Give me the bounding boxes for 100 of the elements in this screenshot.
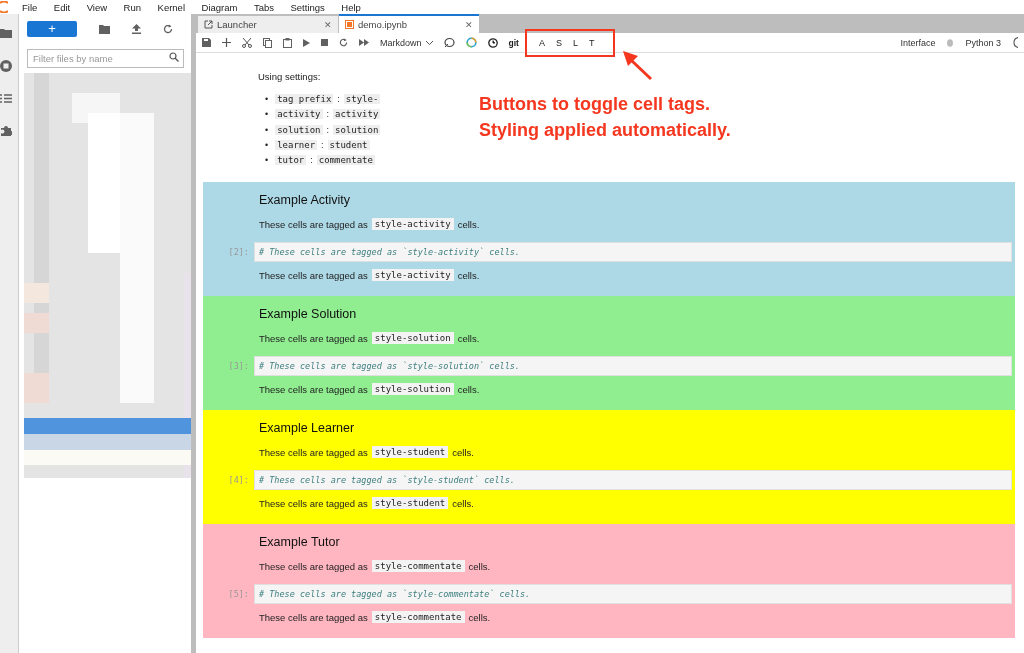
cell-text: These cells are tagged as [259, 384, 368, 395]
cut-icon[interactable] [242, 37, 252, 48]
tag-button[interactable]: S [552, 37, 565, 48]
cell-type-dropdown[interactable]: Markdown [380, 37, 433, 48]
loop-icon[interactable] [443, 37, 455, 48]
cell-text: cells. [452, 498, 474, 509]
setting-value: activity [333, 109, 381, 120]
list-icon[interactable] [0, 94, 12, 103]
cell-text: These cells are tagged as [259, 612, 368, 623]
annotation-text: Styling applied automatically. [479, 119, 731, 142]
colon: : [337, 94, 340, 104]
upload-icon[interactable] [132, 24, 141, 34]
code-cell[interactable]: # These cells are tagged as `style-activity` cells. [254, 242, 1012, 263]
bullet: • [265, 155, 269, 166]
setting-key: learner [275, 139, 318, 150]
kernel-status-icon [1012, 37, 1018, 48]
save-icon[interactable] [202, 38, 211, 47]
setting-key: solution [275, 124, 323, 135]
code-cell[interactable]: # These cells are tagged as `style-commentate` cells. [254, 584, 1012, 605]
cell-text: These cells are tagged as [259, 447, 368, 458]
new-button[interactable]: + [27, 21, 77, 37]
chevron-icon [425, 40, 433, 45]
cell-text: cells. [457, 219, 480, 230]
puzzle-icon[interactable] [0, 125, 12, 137]
cell-text: These cells are tagged as [259, 270, 368, 281]
bug-icon [946, 38, 955, 47]
folder-icon[interactable] [0, 28, 12, 38]
menu-item[interactable]: Run [123, 1, 142, 13]
cell-text: cells. [468, 612, 491, 623]
close-icon[interactable]: ✕ [324, 19, 332, 30]
close-icon[interactable]: ✕ [465, 19, 473, 30]
cell-text: cells. [457, 384, 480, 395]
tag-button[interactable]: T [585, 37, 598, 48]
annotation-text: Buttons to toggle cell tags. [479, 93, 711, 116]
tag-code: style-commentate [371, 611, 465, 624]
colon: : [321, 139, 324, 150]
cell-text: These cells are tagged as [259, 333, 368, 344]
settings-heading: Using settings: [258, 71, 322, 82]
bullet: • [265, 94, 269, 104]
git-button[interactable]: git [508, 37, 519, 48]
menu-item[interactable]: Help [341, 1, 361, 13]
interface-label[interactable]: Interface [900, 37, 936, 48]
tag-code: style-solution [371, 383, 454, 396]
cell-text: These cells are tagged as [259, 219, 368, 230]
menu-item[interactable]: View [86, 1, 108, 13]
menu-item[interactable]: Settings [290, 1, 325, 13]
tag-button[interactable]: L [569, 37, 581, 48]
setting-key: tag prefix [275, 94, 334, 104]
search-icon [169, 52, 179, 62]
bullet: • [265, 124, 269, 135]
bullet: • [265, 109, 269, 120]
tab[interactable]: Launcher ✕ [198, 16, 338, 33]
paste-icon[interactable] [283, 37, 292, 48]
tag-code: style-commentate [371, 560, 465, 573]
tab[interactable]: demo.ipynb ✕ [339, 14, 479, 33]
menu-item[interactable]: Edit [53, 1, 71, 13]
section-heading: Example Learner [259, 421, 356, 436]
logo-icon [0, 1, 8, 13]
setting-value: style- [343, 94, 381, 104]
fast-forward-icon[interactable] [359, 39, 369, 46]
tag-code: style-activity [371, 218, 454, 231]
setting-key: activity [275, 109, 323, 120]
code-cell[interactable]: # These cells are tagged as `style-solution` cells. [254, 356, 1012, 377]
run-icon[interactable] [303, 38, 310, 47]
section-heading: Example Solution [259, 307, 358, 322]
cell-text: These cells are tagged as [259, 561, 368, 572]
ring-icon[interactable] [465, 37, 477, 48]
setting-value: student [327, 139, 370, 150]
bullet: • [265, 139, 269, 150]
cell-text: cells. [457, 333, 480, 344]
copy-icon[interactable] [263, 37, 272, 48]
colon: : [310, 155, 313, 166]
cell-text: These cells are tagged as [259, 498, 368, 509]
annotation-arrow [623, 50, 654, 81]
notebook-icon [345, 20, 354, 29]
menu-item[interactable]: Kernel [157, 1, 185, 13]
setting-value: commentate [316, 155, 375, 166]
add-icon[interactable] [222, 38, 231, 47]
kernel-name[interactable]: Python 3 [965, 37, 1001, 48]
tag-code: style-student [371, 446, 449, 459]
cell-prompt: [4]: [227, 475, 250, 486]
running-icon[interactable] [0, 60, 12, 72]
cell-prompt: [2]: [227, 247, 250, 258]
section-heading: Example Activity [259, 193, 351, 208]
new-folder-icon[interactable] [99, 24, 110, 34]
colon: : [326, 109, 330, 120]
menu-item[interactable]: File [22, 1, 38, 13]
menu-item[interactable]: Tabs [253, 1, 274, 13]
cell-prompt: [3]: [227, 361, 250, 372]
tag-button[interactable]: A [535, 37, 548, 48]
code-cell[interactable]: # These cells are tagged as `style-student` cells. [254, 470, 1012, 491]
filter-field[interactable]: Filter files by name [27, 49, 184, 68]
cell-text: cells. [468, 561, 491, 572]
refresh-icon[interactable] [163, 24, 173, 34]
clock-icon[interactable] [487, 37, 498, 48]
cell-prompt: [5]: [227, 589, 250, 600]
menu-item[interactable]: Diagram [201, 1, 238, 13]
setting-key: tutor [275, 155, 307, 166]
restart-icon[interactable] [339, 38, 348, 47]
tag-code: style-student [371, 497, 449, 510]
